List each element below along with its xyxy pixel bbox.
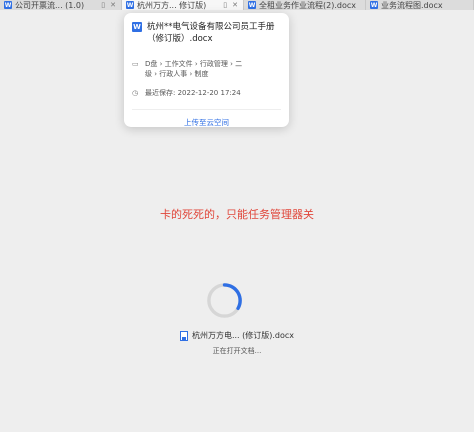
word-doc-icon: W — [248, 1, 256, 9]
word-doc-icon: W — [4, 1, 12, 9]
tab-label: 业务流程图.docx — [381, 0, 443, 10]
upload-to-cloud-link[interactable]: 上传至云空间 — [124, 117, 289, 128]
last-saved: ◷ 最近保存: 2022-12-20 17:24 — [132, 88, 241, 98]
tab-close-icon[interactable]: ✕ — [110, 1, 116, 9]
clock-icon: ◷ — [132, 89, 139, 97]
tab-document-3[interactable]: W 全租业务作业流程(2).docx — [244, 0, 366, 10]
tab-document-1[interactable]: W 公司开票流... (1.0) ▯ ✕ — [0, 0, 122, 10]
document-info-popover: W 杭州**电气设备有限公司员工手册（修订版）.docx ▭ D盘 › 工作文件… — [124, 13, 289, 127]
tab-document-4[interactable]: W 业务流程图.docx — [366, 0, 474, 10]
word-doc-icon: W — [132, 22, 142, 32]
last-saved-label: 最近保存: 2022-12-20 17:24 — [145, 89, 241, 97]
tab-document-2[interactable]: W 杭州万方... 修订版) ▯ ✕ — [122, 0, 244, 10]
path-line-1: D盘 › 工作文件 › 行政管理 › 二 — [145, 60, 243, 68]
tab-label: 公司开票流... (1.0) — [15, 0, 85, 10]
tab-label: 杭州万方... 修订版) — [137, 0, 207, 10]
word-doc-icon: W — [126, 1, 134, 9]
loading-file: 杭州万方电... (修订版).docx — [0, 330, 474, 341]
tab-label: 全租业务作业流程(2).docx — [259, 0, 356, 10]
tab-pin-icon[interactable]: ▯ — [223, 1, 227, 9]
file-icon — [179, 330, 188, 341]
loading-spinner-icon — [207, 283, 242, 318]
divider — [132, 109, 281, 110]
document-path: ▭ D盘 › 工作文件 › 行政管理 › 二 级 › 行政人事 › 制度 — [132, 59, 242, 79]
annotation-text: 卡的死死的，只能任务管理器关 — [160, 208, 314, 221]
loading-file-name: 杭州万方电... (修订版).docx — [191, 331, 295, 340]
document-title: 杭州**电气设备有限公司员工手册（修订版）.docx — [147, 22, 275, 44]
computer-icon: ▭ — [132, 60, 139, 68]
path-line-2: 级 › 行政人事 › 制度 — [145, 70, 209, 78]
tab-close-icon[interactable]: ✕ — [232, 1, 238, 9]
tab-pin-icon[interactable]: ▯ — [101, 1, 105, 9]
tab-bar: W 公司开票流... (1.0) ▯ ✕ W 杭州万方... 修订版) ▯ ✕ W … — [0, 0, 474, 10]
loading-status: 正在打开文档... — [212, 347, 262, 355]
word-doc-icon: W — [370, 1, 378, 9]
